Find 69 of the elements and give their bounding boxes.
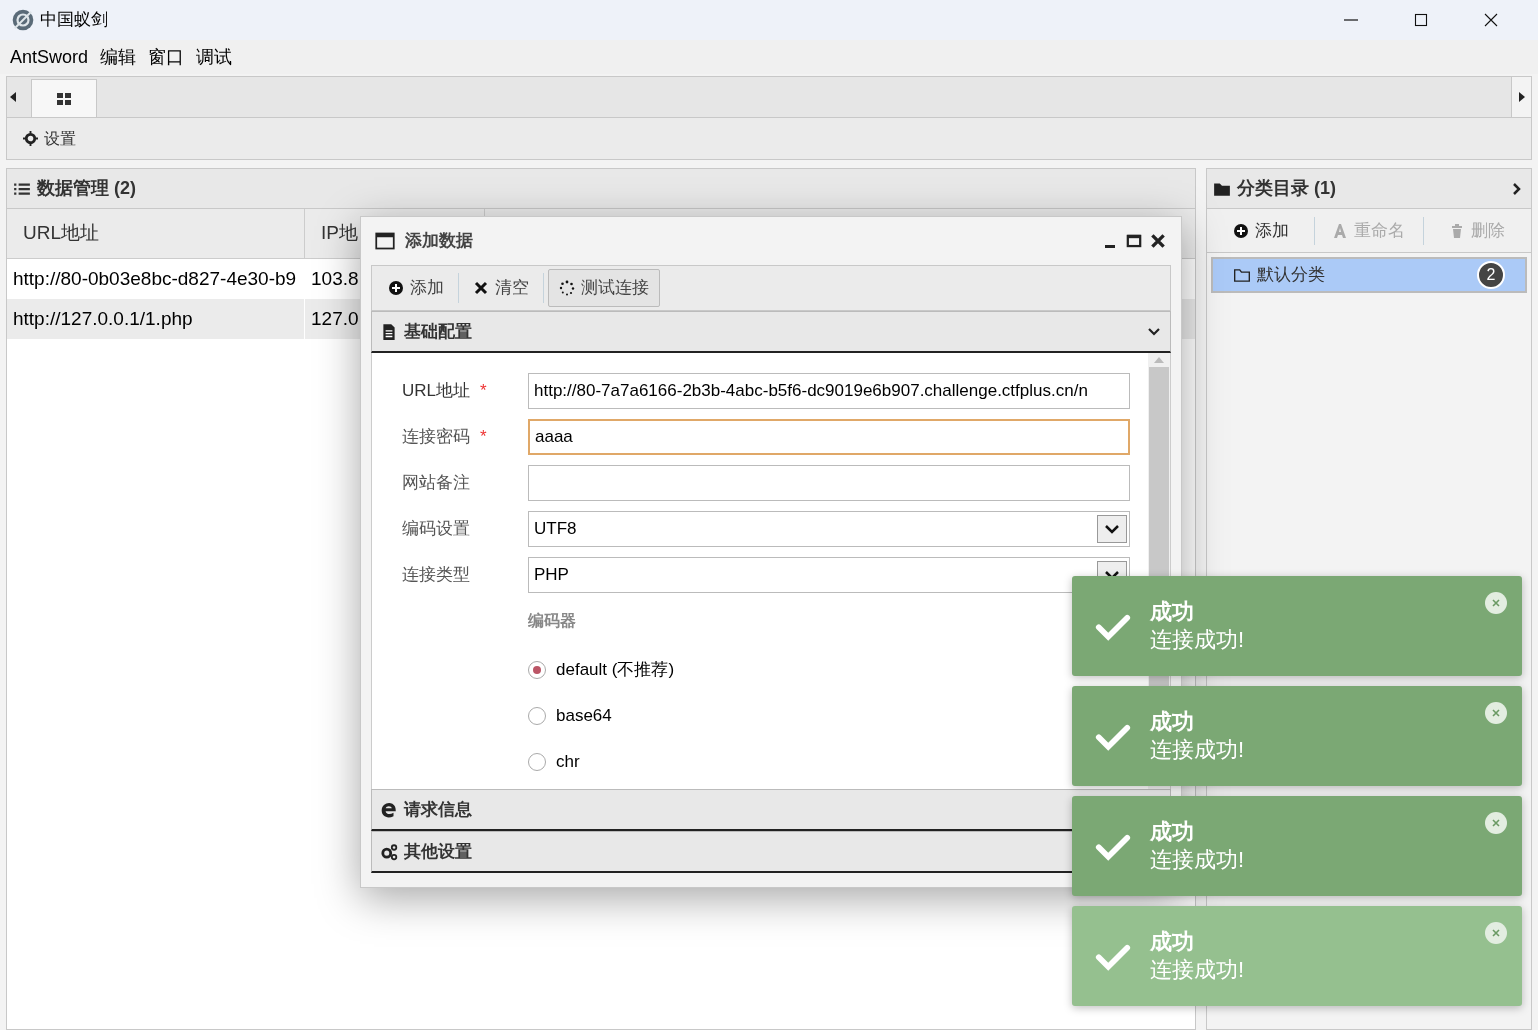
chevron-down-icon xyxy=(1097,515,1127,543)
toast-title: 成功 xyxy=(1150,708,1195,736)
column-header[interactable]: URL地址 xyxy=(7,209,305,258)
close-button[interactable] xyxy=(1149,232,1167,250)
section-header[interactable]: 基础配置 xyxy=(371,311,1171,353)
maximize-icon xyxy=(1413,12,1429,28)
close-icon xyxy=(473,280,489,296)
toast-message: 连接成功! xyxy=(1150,956,1245,984)
dialog-title: 添加数据 xyxy=(405,230,473,253)
close-icon xyxy=(1492,709,1500,717)
close-icon xyxy=(1492,929,1500,937)
close-icon xyxy=(1492,819,1500,827)
field-label: 网站备注 xyxy=(402,472,470,495)
app-logo-icon xyxy=(12,9,34,31)
scroll-up-icon xyxy=(1154,357,1164,363)
add-button[interactable]: 添加 xyxy=(1207,217,1315,244)
required-mark: * xyxy=(480,426,487,449)
count-badge: 2 xyxy=(1477,261,1505,289)
maximize-icon xyxy=(1125,232,1143,250)
toast-message: 连接成功! xyxy=(1150,626,1245,654)
grid-icon xyxy=(56,90,72,107)
menu-item[interactable]: 编辑 xyxy=(94,43,143,71)
dropdown[interactable]: UTF8 xyxy=(528,511,1130,547)
dropdown[interactable]: PHP xyxy=(528,557,1130,593)
settings-button[interactable]: 设置 xyxy=(23,126,76,151)
radio-button[interactable] xyxy=(528,661,546,679)
field-label: URL地址 xyxy=(402,380,470,403)
browser-e-icon xyxy=(380,800,398,819)
panel-title: 分类目录 (1) xyxy=(1237,177,1336,200)
table-cell: http://127.0.0.1/1.php xyxy=(7,299,305,339)
folder-outline-icon xyxy=(1233,266,1251,284)
scroll-left-icon xyxy=(10,92,16,102)
group-label: 编码器 xyxy=(528,611,576,631)
close-icon xyxy=(1492,599,1500,607)
toast-title: 成功 xyxy=(1150,598,1195,626)
close-icon xyxy=(1149,232,1167,250)
category-label: 默认分类 xyxy=(1257,264,1325,287)
field-label: 连接密码 xyxy=(402,426,470,449)
plus-circle-icon xyxy=(388,280,404,296)
window-title: 中国蚁剑 xyxy=(40,9,108,32)
window-icon xyxy=(375,231,395,251)
field-label: 编码设置 xyxy=(402,518,470,541)
panel-title: 数据管理 (2) xyxy=(37,177,136,200)
plus-circle-icon xyxy=(1232,222,1249,239)
minimize-icon xyxy=(1344,19,1358,21)
gears-icon xyxy=(380,842,398,861)
radio-button[interactable] xyxy=(528,707,546,725)
scroll-right-icon xyxy=(1518,92,1525,102)
gear-icon xyxy=(23,131,38,146)
spinner-icon xyxy=(559,280,575,296)
maximize-button[interactable] xyxy=(1125,232,1143,250)
input-field[interactable] xyxy=(528,465,1130,501)
document-icon xyxy=(380,322,398,341)
field-label: 连接类型 xyxy=(402,564,470,587)
letter-a-icon xyxy=(1332,222,1349,239)
test-connection-button[interactable]: 测试连接 xyxy=(548,269,660,307)
input-field[interactable]: aaaa xyxy=(528,419,1130,455)
toast-message: 连接成功! xyxy=(1150,736,1245,764)
close-icon xyxy=(1483,12,1499,28)
category-item[interactable]: 默认分类 2 xyxy=(1211,257,1527,293)
tab[interactable] xyxy=(31,79,97,117)
menu-item[interactable]: 调试 xyxy=(190,43,239,71)
radio-button[interactable] xyxy=(528,753,546,771)
menu-item[interactable]: AntSword xyxy=(4,43,95,71)
input-field[interactable]: http://80-7a7a6166-2b3b-4abc-b5f6-dc9019e6b907.challenge.ctfplus.cn/n xyxy=(528,373,1130,409)
required-mark: * xyxy=(480,380,487,403)
minimize-icon xyxy=(1105,245,1115,248)
toast-title: 成功 xyxy=(1150,928,1195,956)
menu-item[interactable]: 窗口 xyxy=(142,43,191,71)
